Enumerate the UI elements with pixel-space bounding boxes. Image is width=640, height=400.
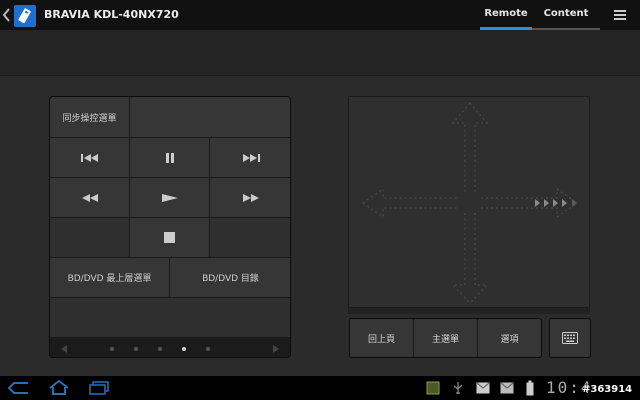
email-icon[interactable]: [500, 382, 514, 394]
fast-forward-button[interactable]: [210, 178, 290, 218]
remote-app-icon: [14, 5, 36, 27]
gmail-icon[interactable]: [476, 382, 490, 394]
bd-menu-button[interactable]: BD/DVD 目錄: [170, 258, 290, 298]
header-band: [0, 30, 640, 76]
page-dot[interactable]: [110, 347, 114, 351]
usb-debug-icon[interactable]: [452, 381, 464, 395]
fast-forward-icon: [242, 193, 259, 202]
battery-icon: [526, 380, 534, 396]
watermark: #363914: [582, 384, 633, 395]
pause-button[interactable]: [130, 138, 210, 178]
back-label: 回上頁: [367, 334, 395, 345]
overflow-menu-icon[interactable]: [612, 7, 628, 23]
back-chevron-icon[interactable]: [2, 6, 12, 24]
navigation-button-group: 回上頁 主選單 選項: [349, 318, 542, 358]
stop-button[interactable]: [130, 218, 210, 258]
blank-key[interactable]: [130, 97, 290, 138]
sync-menu-label: 同步操控選單: [62, 113, 117, 124]
pager-left-arrow-icon[interactable]: [60, 344, 68, 354]
keyboard-button[interactable]: [549, 318, 591, 358]
blank-key[interactable]: [50, 218, 130, 258]
home-menu-button[interactable]: 主選單: [414, 319, 478, 357]
rewind-button[interactable]: [50, 178, 130, 218]
blank-key[interactable]: [50, 298, 290, 338]
system-navigation-bar: [0, 376, 640, 400]
system-recent-apps-icon[interactable]: [88, 381, 110, 395]
back-button[interactable]: 回上頁: [350, 319, 414, 357]
skip-next-button[interactable]: [210, 138, 290, 178]
blank-key[interactable]: [210, 218, 290, 258]
touchpad[interactable]: [348, 96, 590, 308]
play-button[interactable]: [130, 178, 210, 218]
rewind-icon: [81, 193, 98, 202]
directional-cross-icon: [362, 102, 578, 304]
bd-menu-label: BD/DVD 目錄: [202, 274, 259, 284]
skip-previous-button[interactable]: [50, 138, 130, 178]
page-dot-active[interactable]: [182, 347, 186, 351]
app-title: BRAVIA KDL-40NX720: [44, 8, 179, 21]
sync-menu-button[interactable]: 同步操控選單: [50, 97, 130, 138]
pause-icon: [165, 152, 174, 163]
tab-content-list[interactable]: Content List: [532, 0, 600, 47]
bd-top-menu-label: BD/DVD 最上層選單: [67, 274, 152, 284]
home-menu-label: 主選單: [431, 334, 459, 345]
page-dot[interactable]: [158, 347, 162, 351]
remote-control-panel: 同步操控選單 BD/DVD 最上層選單 BD/DVD 目錄: [49, 96, 291, 358]
page-dot[interactable]: [134, 347, 138, 351]
stop-icon: [164, 232, 175, 243]
notification-app-icon[interactable]: [426, 381, 440, 395]
system-home-icon[interactable]: [48, 379, 70, 396]
options-button[interactable]: 選項: [478, 319, 541, 357]
bd-top-menu-button[interactable]: BD/DVD 最上層選單: [50, 258, 170, 298]
keyboard-icon: [562, 332, 578, 344]
page-indicator: [50, 338, 290, 357]
tab-remote[interactable]: Remote: [480, 0, 532, 30]
skip-next-icon: [242, 153, 260, 162]
system-back-icon[interactable]: [8, 381, 30, 395]
touchpad-edge: [348, 308, 590, 314]
options-label: 選項: [500, 334, 519, 345]
play-icon: [161, 193, 178, 202]
pager-right-arrow-icon[interactable]: [272, 344, 280, 354]
page-dot[interactable]: [206, 347, 210, 351]
skip-previous-icon: [80, 153, 98, 162]
